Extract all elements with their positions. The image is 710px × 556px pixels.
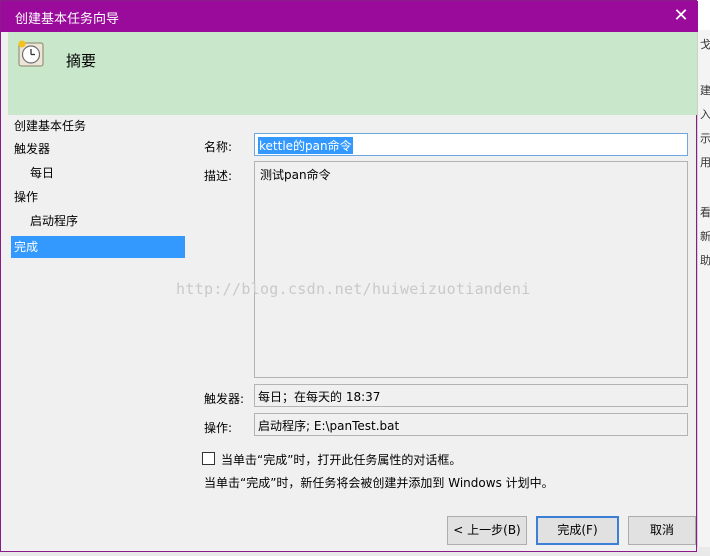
description-label: 描述:	[204, 169, 233, 183]
create-basic-task-wizard: 创建基本任务向导 ✕ 摘要 创建基本任务 触发器 每日 操作 启动程序 完成 名…	[0, 0, 698, 552]
trigger-summary-field: 每日；在每天的 18:37	[254, 384, 688, 407]
wizard-header: 摘要	[8, 32, 697, 115]
step-daily[interactable]: 每日	[30, 162, 54, 184]
cancel-button[interactable]: 取消	[628, 516, 696, 545]
bg-text-fragment: 助	[700, 254, 710, 267]
bg-text-fragment: 戈	[700, 38, 710, 51]
open-properties-checkbox[interactable]	[202, 452, 215, 465]
close-icon[interactable]: ✕	[664, 1, 698, 32]
action-label: 操作:	[204, 421, 233, 435]
step-action[interactable]: 操作	[14, 186, 38, 208]
bg-text-fragment: 新	[700, 230, 710, 243]
step-start-program[interactable]: 启动程序	[30, 210, 78, 232]
step-finish[interactable]: 完成	[11, 236, 185, 258]
finish-note: 当单击“完成”时，新任务将会被创建并添加到 Windows 计划中。	[204, 476, 554, 490]
step-create-basic-task[interactable]: 创建基本任务	[14, 115, 86, 137]
task-name-input[interactable]: kettle的pan命令	[254, 133, 688, 156]
action-summary-field: 启动程序; E:\panTest.bat	[254, 413, 688, 436]
window-title: 创建基本任务向导	[15, 12, 120, 27]
open-properties-label[interactable]: 当单击“完成”时，打开此任务属性的对话框。	[221, 451, 461, 468]
back-button[interactable]: < 上一步(B)	[447, 516, 527, 545]
finish-button[interactable]: 完成(F)	[536, 516, 619, 545]
bg-text-fragment: 建	[700, 84, 710, 97]
bg-text-fragment: 用	[700, 156, 710, 169]
bg-text-fragment: 入	[700, 108, 710, 121]
watermark-text: http://blog.csdn.net/huiweizuotiandeni	[176, 280, 531, 298]
task-description-textarea[interactable]: 测试pan命令	[254, 161, 688, 378]
clock-icon	[18, 40, 44, 67]
bg-text-fragment: 看	[700, 206, 710, 219]
step-trigger[interactable]: 触发器	[14, 138, 50, 160]
name-label: 名称:	[204, 140, 233, 154]
title-bar[interactable]: 创建基本任务向导 ✕	[1, 1, 698, 32]
bg-text-fragment: 示	[700, 132, 710, 145]
page-title: 摘要	[66, 52, 97, 70]
background-window-edge: 戈 建 入 示 用 看 新 助	[697, 30, 710, 556]
trigger-label: 触发器:	[204, 392, 245, 406]
